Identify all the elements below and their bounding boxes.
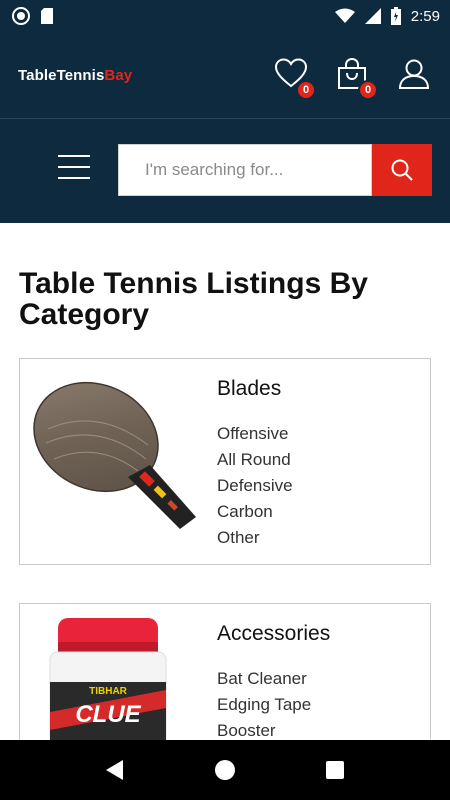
- hamburger-line: [58, 166, 90, 168]
- hamburger-line: [58, 177, 90, 179]
- subcategory-link[interactable]: Carbon: [217, 499, 293, 525]
- back-button[interactable]: [100, 755, 130, 785]
- wifi-icon: [334, 8, 355, 23]
- glue-product-image[interactable]: TIBHAR CLUE: [28, 612, 208, 748]
- account-button[interactable]: [398, 58, 432, 92]
- menu-button[interactable]: [58, 155, 92, 181]
- logo-accent-text: Bay: [104, 66, 133, 84]
- circle-notification-icon: [12, 7, 30, 25]
- cart-count-badge: 0: [358, 80, 378, 100]
- status-left: [12, 7, 54, 25]
- wishlist-count-badge: 0: [296, 80, 316, 100]
- home-icon: [215, 760, 235, 780]
- wishlist-button[interactable]: 0: [274, 58, 316, 100]
- back-icon: [106, 760, 123, 780]
- signal-icon: [364, 8, 381, 24]
- cart-button[interactable]: 0: [336, 57, 378, 100]
- home-button[interactable]: [210, 755, 240, 785]
- category-title[interactable]: Blades: [217, 377, 281, 401]
- subcategory-link[interactable]: All Round: [217, 447, 293, 473]
- search-button[interactable]: [372, 144, 432, 196]
- hamburger-line: [58, 155, 90, 157]
- system-nav-bar: [0, 740, 450, 800]
- site-logo[interactable]: TableTennisBay: [18, 67, 132, 84]
- battery-icon: [390, 7, 401, 25]
- subcategory-link[interactable]: Bat Cleaner: [217, 666, 311, 692]
- subcategory-list: Bat Cleaner Edging Tape Booster: [217, 666, 311, 744]
- search-icon: [391, 159, 413, 181]
- user-icon: [398, 59, 430, 89]
- page-title: Table Tennis Listings By Category: [19, 267, 368, 331]
- category-title[interactable]: Accessories: [217, 622, 330, 646]
- subcategory-list: Offensive All Round Defensive Carbon Oth…: [217, 421, 293, 551]
- subcategory-link[interactable]: Other: [217, 525, 293, 551]
- glue-label-product: CLUE: [75, 701, 141, 728]
- blade-product-image[interactable]: [28, 367, 208, 547]
- sd-card-icon: [41, 8, 53, 24]
- header-icons: 0 0: [274, 57, 432, 100]
- logo-main-text: TableTennis: [18, 66, 105, 84]
- status-right: 2:59: [334, 7, 440, 25]
- search-bar-area: [0, 119, 450, 223]
- category-card-blades: Blades Offensive All Round Defensive Car…: [19, 358, 431, 565]
- subcategory-link[interactable]: Edging Tape: [217, 692, 311, 718]
- search-input[interactable]: [118, 144, 372, 196]
- recents-icon: [326, 761, 344, 779]
- status-bar: 2:59: [0, 0, 450, 32]
- subcategory-link[interactable]: Defensive: [217, 473, 293, 499]
- app-header: TableTennisBay 0 0: [0, 32, 450, 118]
- recents-button[interactable]: [320, 755, 350, 785]
- subcategory-link[interactable]: Offensive: [217, 421, 293, 447]
- glue-label-brand: TIBHAR: [89, 686, 128, 697]
- status-time: 2:59: [410, 7, 440, 25]
